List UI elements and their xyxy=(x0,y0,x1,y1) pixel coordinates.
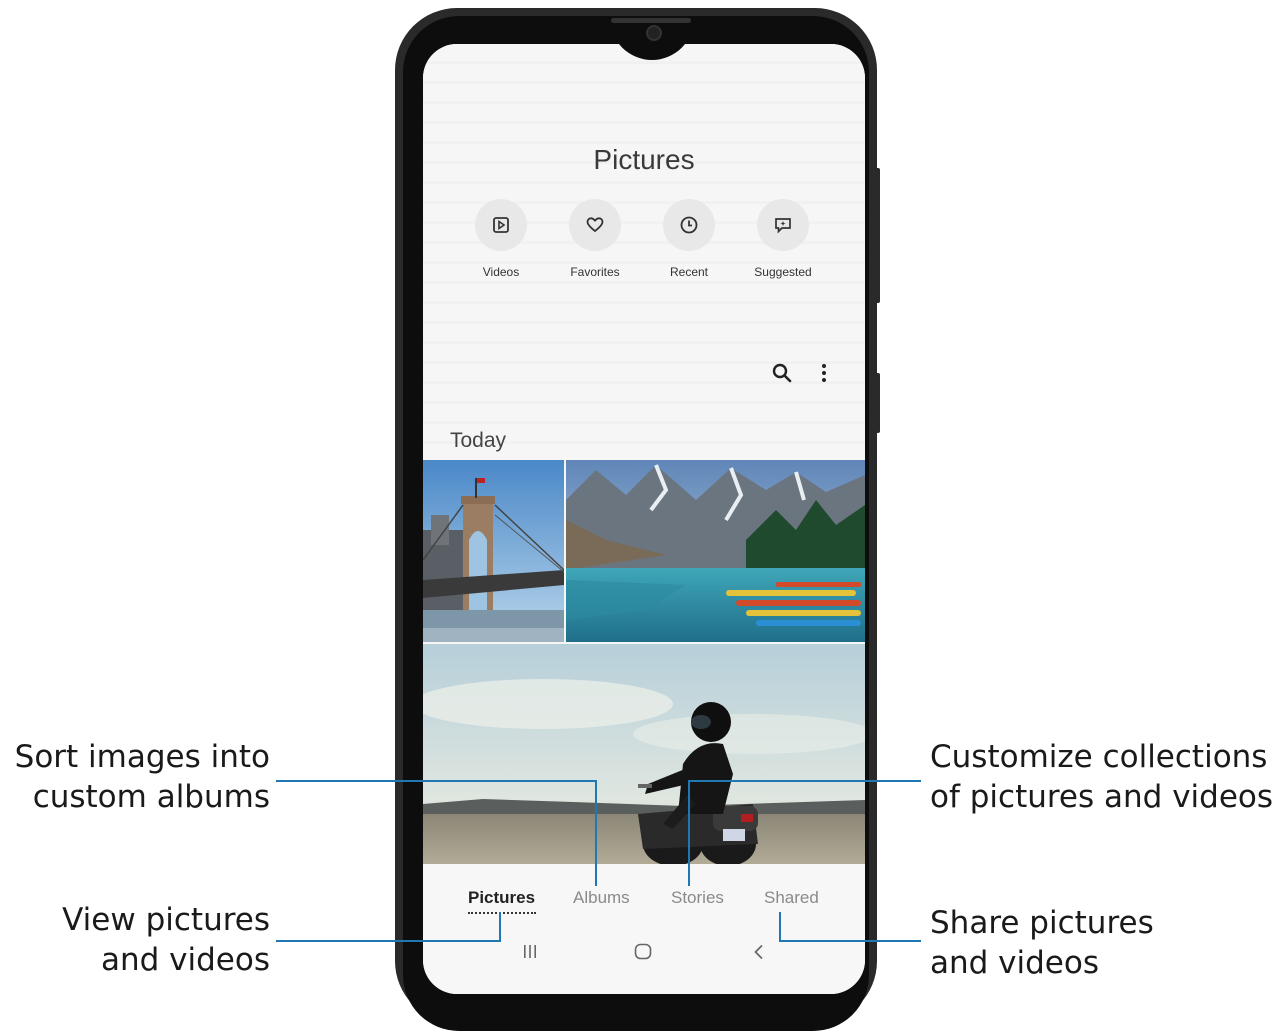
home-icon xyxy=(634,943,652,960)
search-button[interactable] xyxy=(771,362,793,388)
more-options-button[interactable] xyxy=(820,362,828,388)
video-icon xyxy=(475,199,527,251)
photo-motorcycle-rider[interactable] xyxy=(423,644,865,866)
power-button xyxy=(875,373,880,433)
callout-customize: Customize collections of pictures and vi… xyxy=(930,739,1274,815)
home-button[interactable] xyxy=(633,942,653,966)
quick-access-label: Videos xyxy=(482,265,520,279)
photo-brooklyn-bridge[interactable] xyxy=(423,460,564,642)
leader-line-stories xyxy=(688,780,921,782)
suggested-icon xyxy=(757,199,809,251)
recent-apps-button[interactable] xyxy=(521,942,539,964)
back-icon xyxy=(754,944,763,960)
heart-icon xyxy=(569,199,621,251)
quick-access-label: Suggested xyxy=(754,265,812,279)
photo-mountain-lake[interactable] xyxy=(566,460,865,642)
tab-pictures[interactable]: Pictures xyxy=(468,888,535,908)
leader-line-pictures xyxy=(276,940,501,942)
quick-access-recent[interactable]: Recent xyxy=(646,199,732,279)
leader-line-shared xyxy=(779,940,921,942)
leader-line-pictures-vertical xyxy=(499,912,501,942)
leader-line-albums xyxy=(276,780,596,782)
leader-line-albums-vertical xyxy=(595,780,597,886)
tab-shared[interactable]: Shared xyxy=(764,888,819,908)
leader-line-stories-vertical xyxy=(688,780,690,886)
bottom-navigation: Pictures Albums Stories Shared xyxy=(423,864,865,994)
motorcycle-image xyxy=(423,644,865,866)
callout-share: Share pictures and videos xyxy=(930,905,1154,981)
screen: Pictures Videos Favorites Recent Suggest… xyxy=(423,44,865,994)
more-vertical-icon xyxy=(822,364,826,382)
quick-access-favorites[interactable]: Favorites xyxy=(552,199,638,279)
quick-access-videos[interactable]: Videos xyxy=(458,199,544,279)
phone-frame: Pictures Videos Favorites Recent Suggest… xyxy=(395,8,880,1031)
section-label: Today xyxy=(450,429,507,452)
lake-image xyxy=(566,460,865,642)
phone-bezel: Pictures Videos Favorites Recent Suggest… xyxy=(403,16,869,1031)
page-title: Pictures xyxy=(593,144,695,175)
callout-sort-albums: Sort images into custom albums xyxy=(14,739,270,815)
active-tab-indicator xyxy=(468,912,536,914)
leader-line-shared-vertical xyxy=(779,912,781,942)
quick-access-label: Recent xyxy=(669,265,709,279)
recent-apps-icon xyxy=(524,945,536,958)
quick-access-suggested[interactable]: Suggested xyxy=(740,199,826,279)
earpiece-speaker xyxy=(611,18,691,23)
tab-stories[interactable]: Stories xyxy=(671,888,724,908)
search-icon xyxy=(772,363,792,383)
front-camera xyxy=(646,25,662,41)
bridge-image xyxy=(423,460,564,642)
callout-view-pictures: View pictures and videos xyxy=(62,902,270,978)
tab-albums[interactable]: Albums xyxy=(573,888,630,908)
quick-access-label: Favorites xyxy=(570,265,620,279)
volume-button xyxy=(875,168,880,303)
clock-icon xyxy=(663,199,715,251)
back-button[interactable] xyxy=(751,942,767,966)
